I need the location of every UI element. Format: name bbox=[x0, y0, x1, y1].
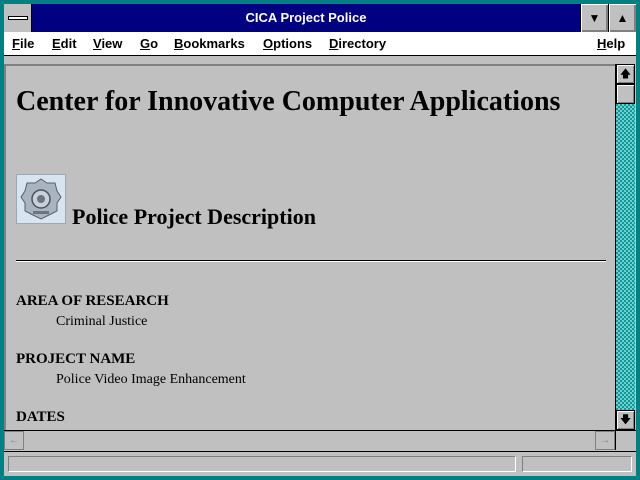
menu-bar: File Edit View Go Bookmarks Options Dire… bbox=[4, 32, 636, 56]
page-subheading: Police Project Description bbox=[72, 204, 316, 229]
menu-file[interactable]: File bbox=[12, 36, 34, 51]
menu-go[interactable]: Go bbox=[140, 36, 158, 51]
horizontal-scrollbar[interactable]: ← → bbox=[4, 430, 615, 450]
scroll-down-button[interactable]: 🡇 bbox=[616, 410, 635, 430]
scroll-thumb[interactable] bbox=[616, 84, 635, 104]
section-term: AREA OF RESEARCH bbox=[16, 293, 169, 309]
arrow-right-icon: → bbox=[600, 435, 610, 446]
window-title: CICA Project Police bbox=[245, 10, 367, 25]
scroll-left-button[interactable]: ← bbox=[4, 431, 24, 450]
scrollbar-corner bbox=[615, 430, 636, 450]
menu-help[interactable]: Help bbox=[597, 36, 625, 51]
vertical-scrollbar[interactable]: 🡅 🡇 bbox=[615, 64, 635, 430]
document-view[interactable]: Center for Innovative Computer Applicati… bbox=[4, 64, 615, 430]
title-bar[interactable]: CICA Project Police ▼ ▲ bbox=[4, 4, 636, 32]
menu-bookmarks[interactable]: Bookmarks bbox=[174, 36, 245, 51]
horizontal-rule bbox=[16, 260, 606, 262]
arrow-left-icon: ← bbox=[9, 435, 19, 446]
menu-edit[interactable]: Edit bbox=[52, 36, 77, 51]
scroll-right-button[interactable]: → bbox=[595, 431, 615, 450]
status-text bbox=[8, 456, 516, 472]
page-heading: Center for Innovative Computer Applicati… bbox=[16, 86, 561, 117]
arrow-up-icon: 🡅 bbox=[619, 68, 632, 80]
police-badge-icon bbox=[16, 174, 66, 224]
section-value: Criminal Justice bbox=[56, 314, 148, 329]
scroll-up-button[interactable]: 🡅 bbox=[616, 64, 635, 84]
section-term: PROJECT NAME bbox=[16, 351, 136, 367]
maximize-button[interactable]: ▲ bbox=[608, 4, 636, 32]
status-bar bbox=[4, 451, 636, 476]
section-value: Police Video Image Enhancement bbox=[56, 372, 246, 387]
section-term: DATES bbox=[16, 409, 65, 425]
arrow-down-icon: 🡇 bbox=[619, 414, 632, 426]
minimize-icon: ▼ bbox=[588, 11, 601, 25]
minimize-button[interactable]: ▼ bbox=[580, 4, 608, 32]
menu-options[interactable]: Options bbox=[263, 36, 312, 51]
maximize-icon: ▲ bbox=[616, 11, 629, 25]
system-menu-icon bbox=[8, 16, 28, 20]
progress-indicator bbox=[522, 456, 632, 472]
menu-directory[interactable]: Directory bbox=[329, 36, 386, 51]
menu-view[interactable]: View bbox=[93, 36, 122, 51]
system-menu-button[interactable] bbox=[4, 4, 32, 32]
